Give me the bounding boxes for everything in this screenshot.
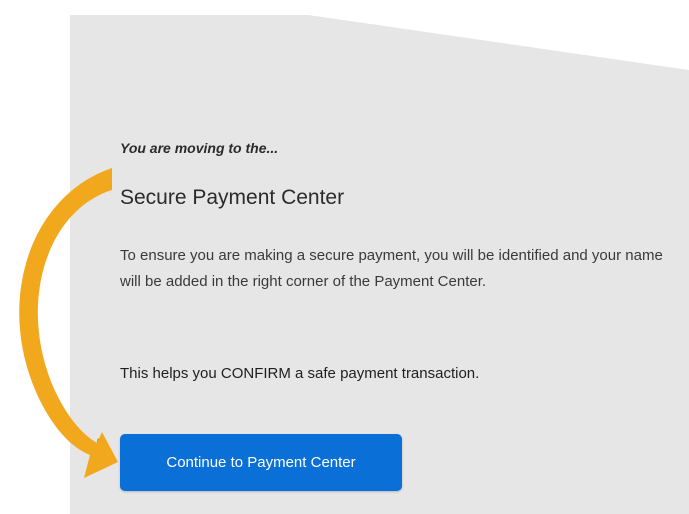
confirmation-text: This helps you CONFIRM a safe payment tr… — [120, 365, 480, 382]
continue-button[interactable]: Continue to Payment Center — [120, 434, 402, 491]
notice-description: To ensure you are making a secure paymen… — [120, 247, 663, 290]
notice-eyebrow: You are moving to the... — [120, 140, 279, 156]
screenshot-stage: You are moving to the... Secure Payment … — [0, 0, 689, 514]
page-title: Secure Payment Center — [120, 186, 345, 209]
